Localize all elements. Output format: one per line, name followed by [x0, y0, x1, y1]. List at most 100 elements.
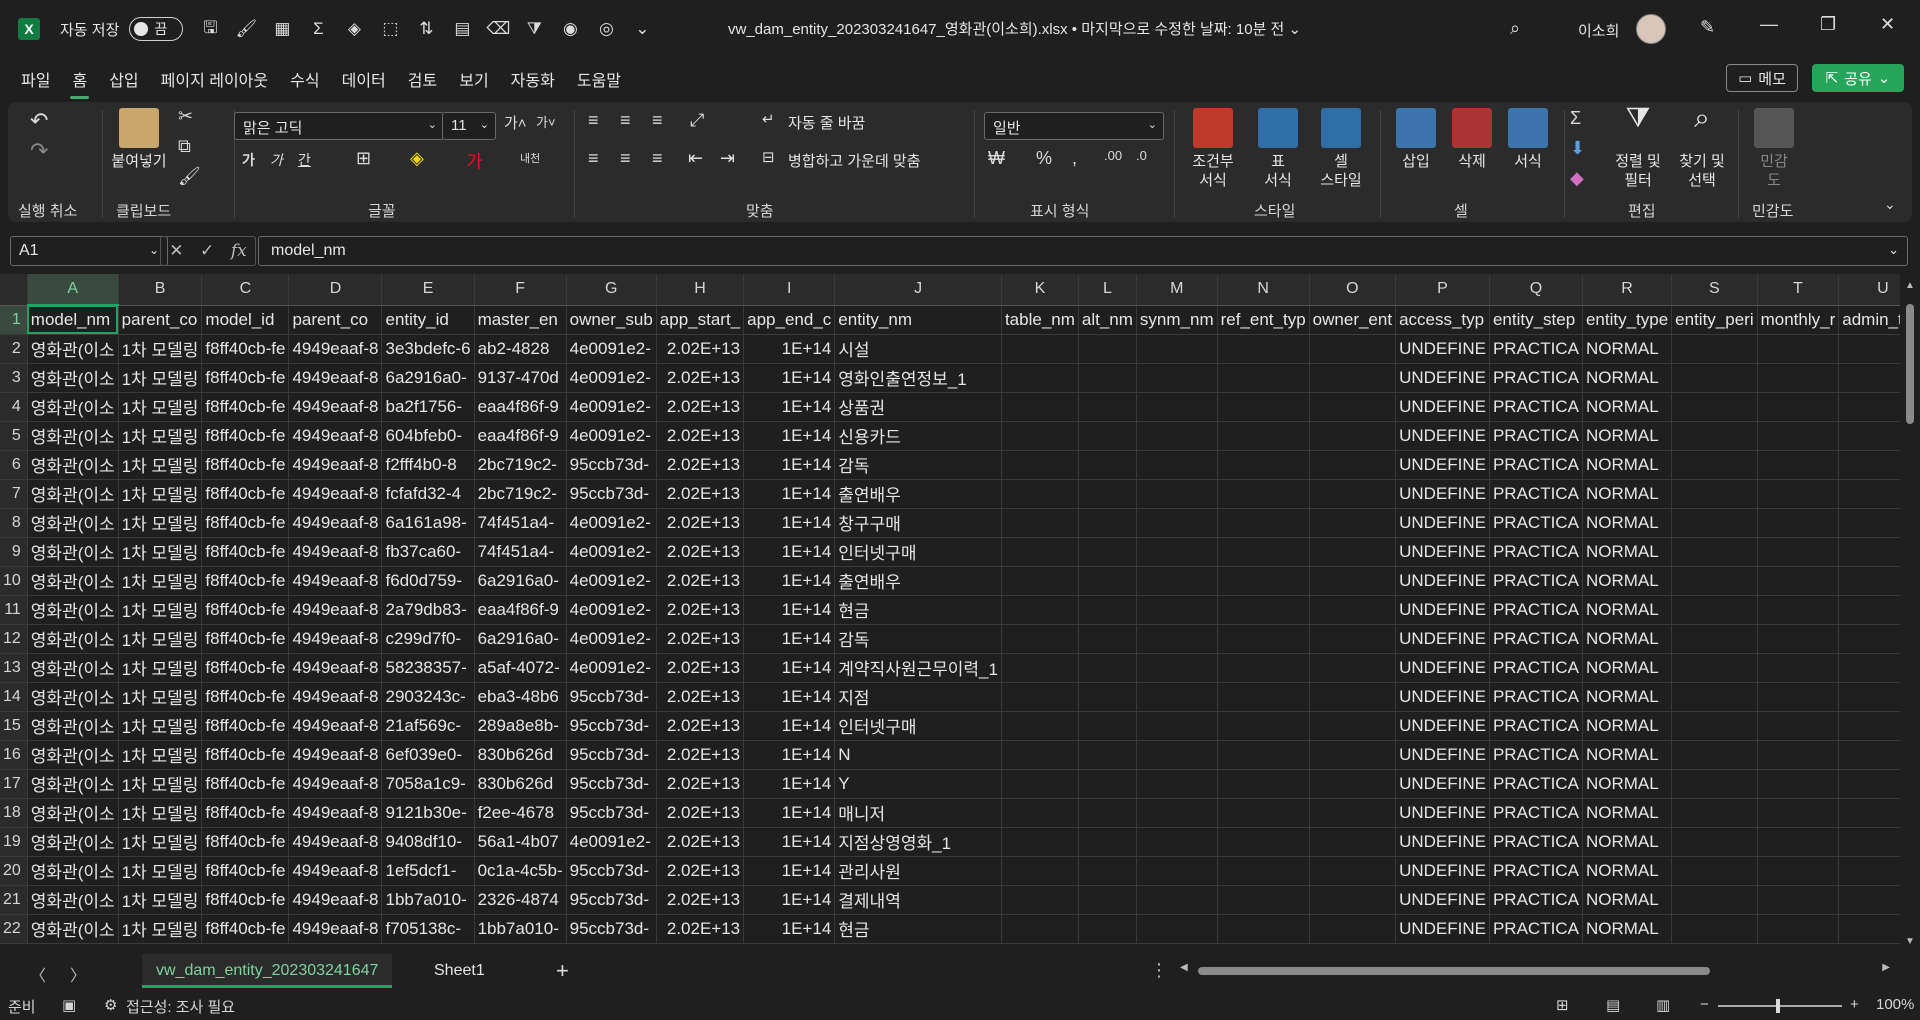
cell[interactable]: 4949eaaf-8 [288, 653, 383, 683]
cell[interactable]: 9137-470d [474, 363, 567, 393]
cell[interactable] [1001, 479, 1079, 509]
tab-view[interactable]: 보기 [448, 67, 499, 91]
row-header[interactable]: 9 [0, 537, 28, 567]
horizontal-scrollbar[interactable]: ◀ ▶ [1180, 962, 1890, 978]
cell[interactable]: 830b626d [474, 769, 567, 799]
cell[interactable]: 1E+14 [743, 856, 836, 886]
cell[interactable]: UNDEFINE [1395, 885, 1490, 915]
cell[interactable]: 58238357- [381, 653, 475, 683]
row-header[interactable]: 7 [0, 479, 28, 509]
cell[interactable]: PRACTICA [1489, 450, 1583, 480]
cell[interactable] [1838, 392, 1900, 422]
cell[interactable] [1309, 392, 1397, 422]
row-header[interactable]: 17 [0, 769, 28, 799]
zoom-in-icon[interactable]: + [1850, 996, 1859, 1013]
cell[interactable]: eaa4f86f-9 [474, 392, 567, 422]
cell[interactable]: f2fff4b0-8 [381, 450, 475, 480]
align-left-icon[interactable]: ≡ [588, 148, 599, 169]
cell[interactable]: 6a161a98- [381, 508, 475, 538]
cell[interactable]: PRACTICA [1489, 392, 1583, 422]
cell[interactable] [1217, 827, 1310, 857]
cell[interactable] [1757, 798, 1840, 828]
cell[interactable]: 영화관(이소 [27, 827, 119, 857]
cell[interactable]: ba2f1756- [381, 392, 475, 422]
row-header[interactable]: 8 [0, 508, 28, 538]
row-header[interactable]: 14 [0, 682, 28, 712]
page-break-view-icon[interactable]: ▥ [1656, 996, 1670, 1014]
cell-style-button[interactable]: 셀 스타일 [1308, 108, 1374, 190]
cell[interactable]: PRACTICA [1489, 711, 1583, 741]
cell[interactable]: f8ff40cb-fe [201, 798, 290, 828]
bold-icon[interactable]: 가 [242, 150, 255, 170]
cell[interactable] [1217, 479, 1310, 509]
cell[interactable] [1217, 740, 1310, 770]
cell[interactable]: 2a79db83- [381, 595, 475, 625]
cell[interactable]: 시설 [834, 334, 1002, 364]
cell[interactable]: PRACTICA [1489, 537, 1583, 567]
cell[interactable]: PRACTICA [1489, 363, 1583, 393]
cell[interactable]: 1차 모델링 [118, 856, 203, 886]
cell[interactable]: 6a2916a0- [474, 566, 567, 596]
cell[interactable] [1001, 856, 1079, 886]
cell[interactable]: app_start_ [656, 305, 745, 335]
cell[interactable]: f8ff40cb-fe [201, 566, 290, 596]
cell[interactable]: 영화관(이소 [27, 711, 119, 741]
cell[interactable]: 4949eaaf-8 [288, 392, 383, 422]
cell[interactable] [1001, 711, 1079, 741]
cell[interactable]: f6d0d759- [381, 566, 475, 596]
cell[interactable]: monthly_r [1757, 305, 1840, 335]
border-icon[interactable]: ⬚ [379, 18, 401, 40]
zoom-slider-thumb[interactable] [1776, 999, 1780, 1013]
cell[interactable]: f8ff40cb-fe [201, 624, 290, 654]
row-header[interactable]: 10 [0, 566, 28, 596]
cell[interactable] [1136, 392, 1218, 422]
cell[interactable]: f8ff40cb-fe [201, 508, 290, 538]
shrink-font-icon[interactable]: 가˅ [536, 112, 556, 131]
avatar[interactable] [1636, 14, 1666, 44]
cell[interactable]: UNDEFINE [1395, 740, 1490, 770]
cell[interactable] [1671, 450, 1758, 480]
cell[interactable] [1671, 392, 1758, 422]
fill-icon[interactable]: ⬇ [1570, 138, 1585, 159]
zoom-level[interactable]: 100% [1876, 996, 1914, 1013]
cell[interactable]: 9408df10- [381, 827, 475, 857]
cell[interactable] [1217, 508, 1310, 538]
cell[interactable]: 계약직사원근무이력_1 [834, 653, 1002, 683]
cell[interactable] [1757, 363, 1840, 393]
tab-home[interactable]: 홈 [61, 67, 98, 99]
cell[interactable] [1001, 334, 1079, 364]
freeze-icon[interactable]: ▤ [451, 18, 473, 40]
cell[interactable]: 영화관(이소 [27, 450, 119, 480]
cell[interactable]: PRACTICA [1489, 856, 1583, 886]
search-icon[interactable]: ⌕ [1510, 18, 1520, 39]
cell[interactable]: 1차 모델링 [118, 450, 203, 480]
cell[interactable]: UNDEFINE [1395, 421, 1490, 451]
cell[interactable]: 1E+14 [743, 566, 836, 596]
number-format-select[interactable]: 일반 ⌄ [984, 112, 1164, 140]
cell[interactable]: 출연배우 [834, 479, 1002, 509]
cell[interactable]: 2.02E+13 [656, 392, 745, 422]
cell[interactable] [1078, 653, 1137, 683]
cell[interactable] [1671, 479, 1758, 509]
cell[interactable]: entity_id [381, 305, 475, 335]
cell[interactable]: 2903243c- [381, 682, 475, 712]
cell[interactable] [1001, 392, 1079, 422]
cell[interactable]: NORMAL [1582, 827, 1673, 857]
cell[interactable]: 604bfeb0- [381, 421, 475, 451]
cell[interactable]: model_nm [27, 305, 119, 335]
cell[interactable] [1838, 682, 1900, 712]
collapse-ribbon-icon[interactable]: ⌄ [1884, 196, 1896, 213]
cell[interactable]: NORMAL [1582, 566, 1673, 596]
cell[interactable] [1671, 682, 1758, 712]
scrollbar-thumb[interactable] [1906, 304, 1914, 424]
fx-icon[interactable]: fx [231, 241, 247, 261]
cell[interactable] [1078, 508, 1137, 538]
redo-icon[interactable]: ↷ [30, 138, 48, 164]
cell[interactable]: PRACTICA [1489, 653, 1583, 683]
cell[interactable] [1217, 711, 1310, 741]
merge-icon[interactable]: ⊟ [762, 148, 775, 166]
cell[interactable]: 1ef5dcf1- [381, 856, 475, 886]
cell[interactable]: 1E+14 [743, 711, 836, 741]
cell[interactable]: 1차 모델링 [118, 740, 203, 770]
cell[interactable]: NORMAL [1582, 595, 1673, 625]
